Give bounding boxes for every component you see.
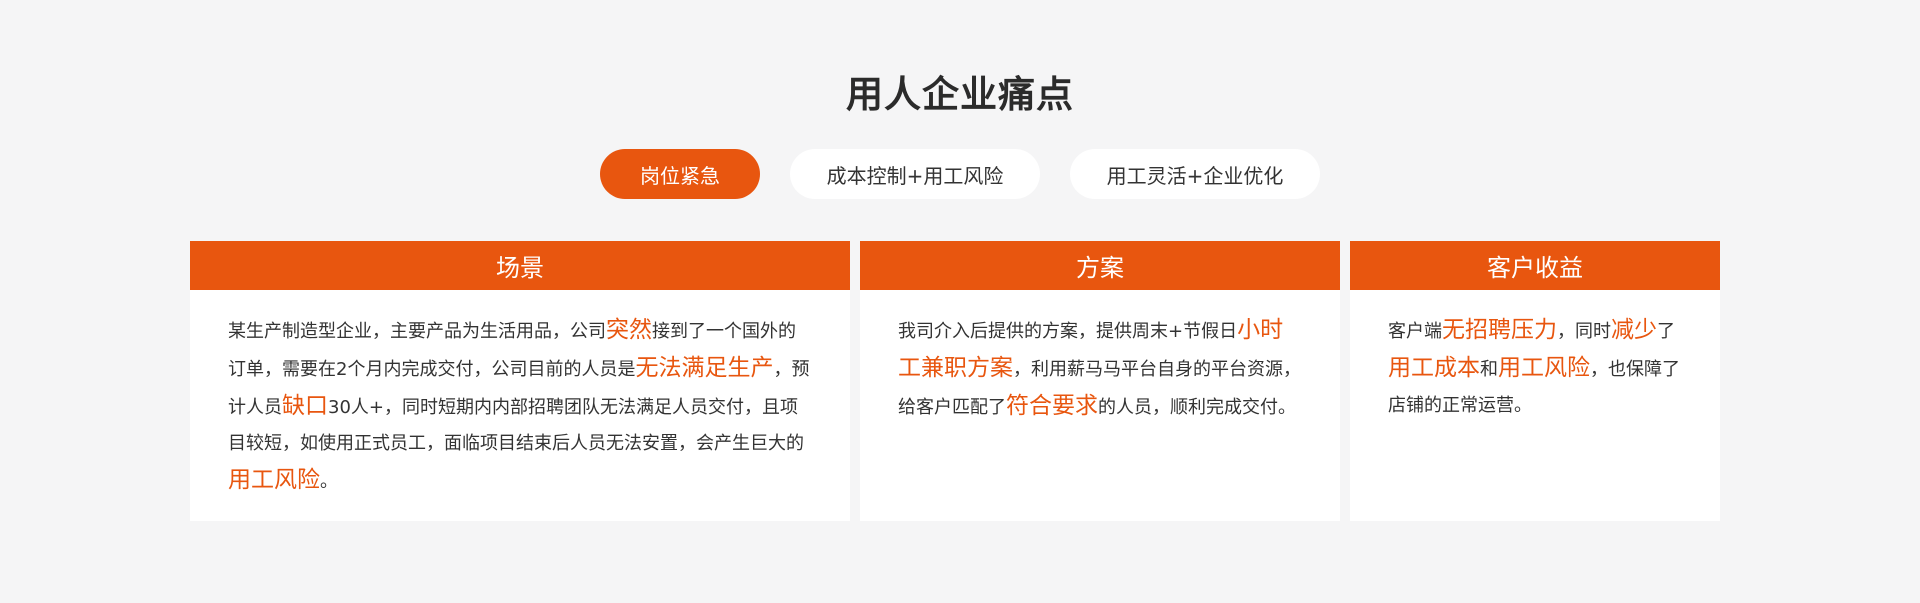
- highlight-text: 无招聘压力: [1442, 317, 1557, 343]
- highlight-text: 用工风险: [1498, 355, 1590, 381]
- body-text: 和: [1480, 359, 1498, 380]
- highlight-text: 突然: [606, 317, 652, 343]
- scenario-card: 场景 某生产制造型企业，主要产品为生活用品，公司突然接到了一个国外的订单，需要在…: [190, 241, 850, 521]
- scenario-card-heading: 场景: [190, 241, 850, 290]
- scenario-card-text: 某生产制造型企业，主要产品为生活用品，公司突然接到了一个国外的订单，需要在2个月…: [190, 290, 850, 500]
- body-text: 客户端: [1388, 321, 1442, 342]
- body-text: 我司介入后提供的方案，提供周末+节假日: [898, 321, 1238, 342]
- body-text: 了: [1657, 321, 1675, 342]
- highlight-text: 无法满足生产: [635, 355, 774, 381]
- highlight-text: 缺口: [282, 393, 328, 419]
- cards-row: 场景 某生产制造型企业，主要产品为生活用品，公司突然接到了一个国外的订单，需要在…: [190, 241, 1720, 521]
- solution-card-heading: 方案: [860, 241, 1340, 290]
- body-text: 某生产制造型企业，主要产品为生活用品，公司: [228, 321, 606, 342]
- tab-urgent-positions[interactable]: 岗位紧急: [600, 149, 760, 199]
- benefit-card-heading: 客户收益: [1350, 241, 1720, 290]
- highlight-text: 用工成本: [1388, 355, 1480, 381]
- highlight-text: 减少: [1611, 317, 1657, 343]
- highlight-text: 符合要求: [1006, 393, 1098, 419]
- page-title: 用人企业痛点: [846, 73, 1074, 116]
- benefit-card: 客户收益 客户端无招聘压力，同时减少了用工成本和用工风险，也保障了店铺的正常运营…: [1350, 241, 1720, 521]
- highlight-text: 用工风险: [228, 467, 320, 493]
- tab-flexible-employment[interactable]: 用工灵活+企业优化: [1070, 149, 1320, 199]
- tab-cost-control[interactable]: 成本控制+用工风险: [790, 149, 1040, 199]
- body-text: 。: [320, 471, 338, 492]
- benefit-card-text: 客户端无招聘压力，同时减少了用工成本和用工风险，也保障了店铺的正常运营。: [1350, 290, 1720, 424]
- solution-card-text: 我司介入后提供的方案，提供周末+节假日小时工兼职方案，利用薪马马平台自身的平台资…: [860, 290, 1340, 426]
- body-text: ，同时: [1557, 321, 1611, 342]
- body-text: 的人员，顺利完成交付。: [1098, 397, 1296, 418]
- tab-bar: 岗位紧急 成本控制+用工风险 用工灵活+企业优化: [0, 149, 1920, 199]
- solution-card: 方案 我司介入后提供的方案，提供周末+节假日小时工兼职方案，利用薪马马平台自身的…: [860, 241, 1340, 521]
